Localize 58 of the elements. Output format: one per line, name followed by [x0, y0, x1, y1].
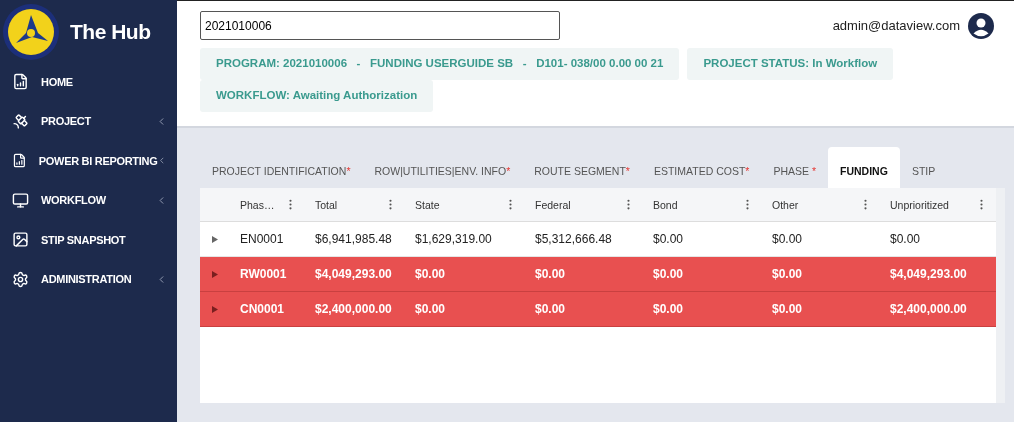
table-cell-text: $2,400,000.00 — [314, 301, 393, 318]
chart-file-icon — [12, 152, 27, 170]
table-cell-text: $2,400,000.00 — [889, 301, 968, 318]
tab[interactable]: ESTIMATED COST* — [641, 147, 762, 188]
settings-icon — [12, 270, 29, 288]
table-cell-text: $4,049,293.00 — [314, 266, 393, 283]
table-cell-text: $0.00 — [889, 231, 922, 248]
tab[interactable]: PHASE * — [761, 147, 829, 188]
expand-icon[interactable] — [212, 235, 218, 243]
table-cell-text: $5,312,666.48 — [534, 231, 613, 248]
column-header[interactable]: State — [405, 188, 525, 221]
tab[interactable]: ROUTE SEGMENT* — [522, 147, 642, 188]
tab[interactable]: FUNDING — [828, 147, 900, 188]
nav-item[interactable]: STIP SNAPSHOT — [0, 220, 177, 260]
table-cell-text: $0.00 — [771, 266, 804, 283]
satellite-icon — [12, 112, 29, 130]
seal-logo — [2, 3, 60, 61]
column-header[interactable]: Phas… — [230, 188, 305, 221]
nav-item[interactable]: ADMINISTRATION — [0, 259, 177, 299]
table-cell-text: RW0001 — [239, 266, 288, 283]
search-field[interactable]: 2021010006 — [200, 11, 560, 40]
column-header[interactable]: Unprioritized — [880, 188, 996, 221]
column-header[interactable]: Other — [762, 188, 880, 221]
table-cell-text: $0.00 — [414, 301, 447, 318]
tab[interactable]: ROW|UTILITIES|ENV. INFO* — [362, 147, 523, 188]
tab[interactable]: PROJECT IDENTIFICATION* — [200, 147, 363, 188]
chart-file-icon — [12, 73, 29, 91]
table-cell-text: $0.00 — [652, 301, 685, 318]
image-icon — [12, 231, 29, 249]
user-email: admin@dataview.com — [832, 18, 960, 33]
table-cell-text: EN0001 — [239, 231, 285, 248]
monitor-icon — [12, 191, 29, 209]
table-cell-text: $4,049,293.00 — [889, 266, 968, 283]
table-cell-text: $0.00 — [771, 231, 804, 248]
table-cell-text: $0.00 — [771, 301, 804, 318]
info-chip: PROGRAM: 2021010006 - FUNDING USERGUIDE SB - D101- 038/00 0.00 00 21 — [200, 48, 680, 80]
expand-icon[interactable] — [212, 270, 218, 278]
expand-icon[interactable] — [212, 305, 218, 313]
nav-item[interactable]: POWER BI REPORTING — [0, 141, 177, 181]
table-cell-text: $0.00 — [652, 266, 685, 283]
table-cell-text: CN0001 — [239, 301, 286, 318]
table-cell-text: $6,941,985.48 — [314, 231, 393, 248]
avatar-icon[interactable] — [968, 12, 994, 39]
column-header[interactable]: Bond — [643, 188, 762, 221]
nav-item[interactable]: WORKFLOW — [0, 180, 177, 220]
column-header[interactable]: Total — [305, 188, 405, 221]
nav-item[interactable]: HOME — [0, 62, 177, 102]
column-header[interactable]: Federal — [525, 188, 643, 221]
info-chip: WORKFLOW: Awaiting Authorization — [200, 80, 434, 112]
table-cell-text: $0.00 — [652, 231, 685, 248]
info-chip: PROJECT STATUS: In Workflow — [687, 48, 894, 80]
table-cell-text: $0.00 — [414, 266, 447, 283]
tab[interactable]: STIP — [899, 147, 948, 188]
table-cell-text: $1,629,319.00 — [414, 231, 493, 248]
table-cell-text: $0.00 — [534, 301, 567, 318]
app-title: The Hub — [70, 20, 151, 44]
nav-item[interactable]: PROJECT — [0, 101, 177, 141]
table-cell-text: $0.00 — [534, 266, 567, 283]
